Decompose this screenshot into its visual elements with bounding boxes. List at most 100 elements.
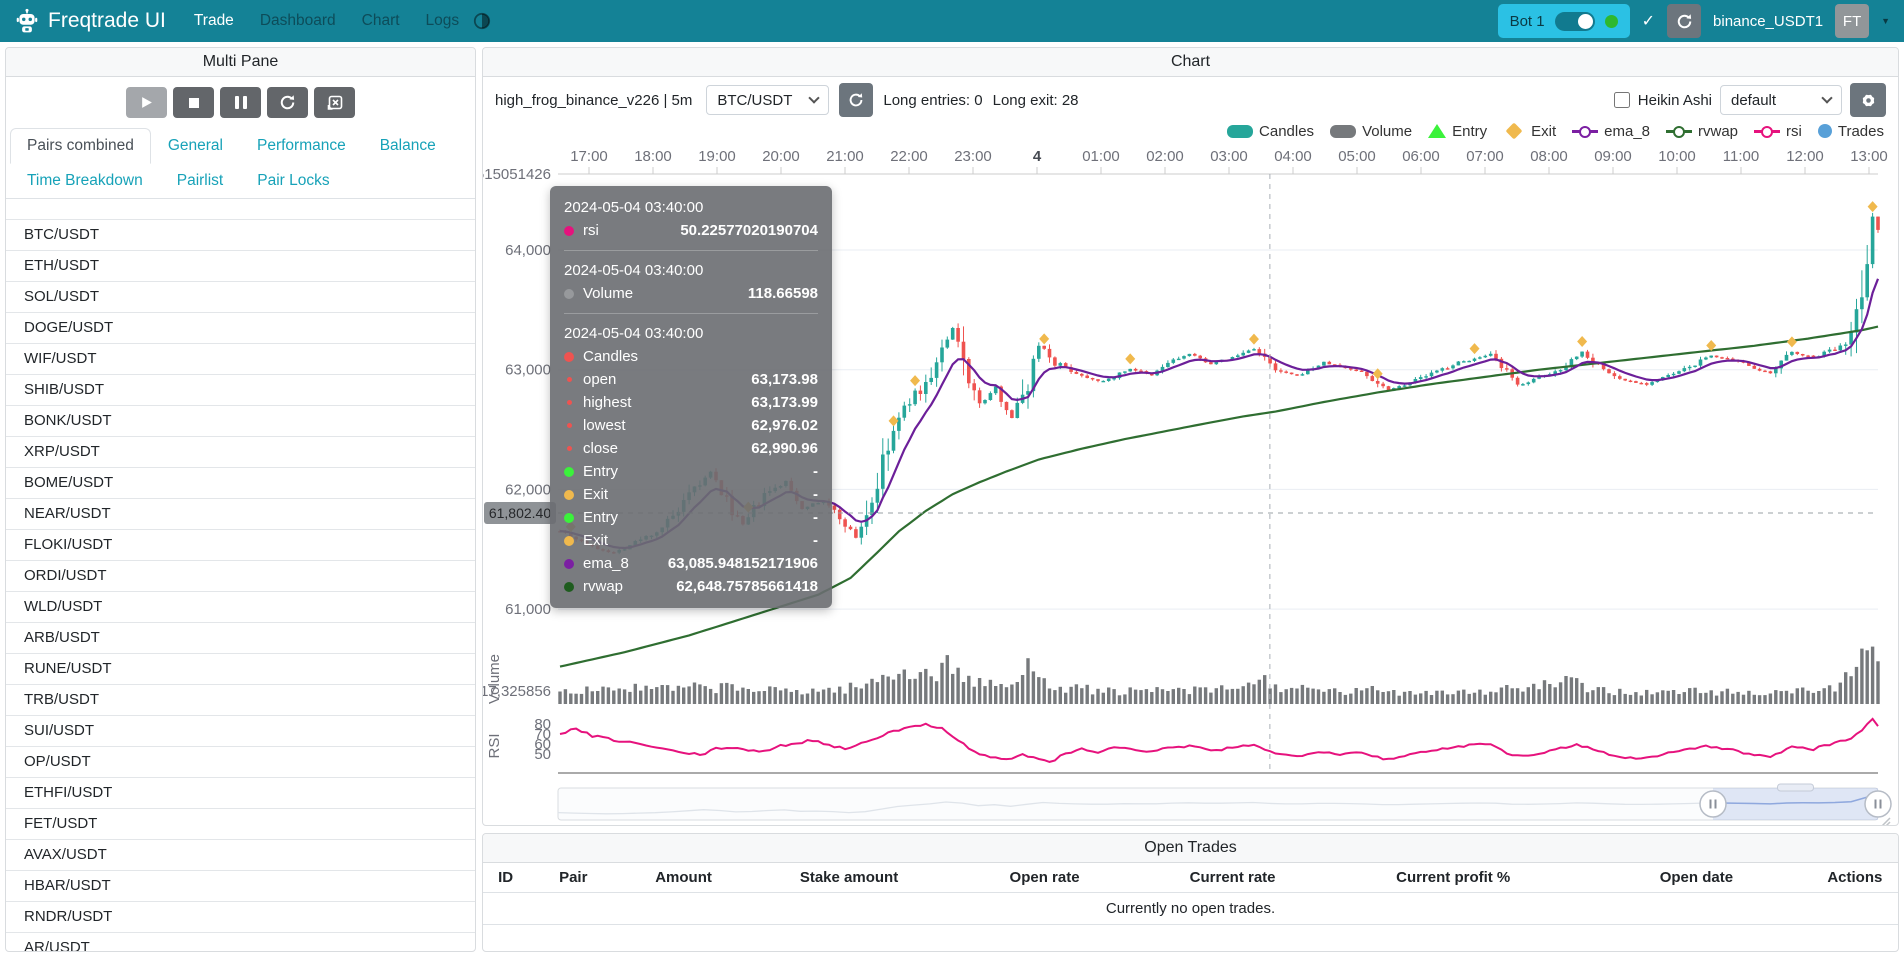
chart-tooltip: 2024-05-04 03:40:00rsi50.225770201907042… — [550, 186, 832, 608]
legend-item[interactable]: Candles — [1227, 123, 1314, 140]
legend-item[interactable]: ema_8 — [1572, 123, 1650, 140]
pair-list-item[interactable]: FLOKI/USDT — [6, 529, 475, 560]
pair-list-item[interactable]: WLD/USDT — [6, 591, 475, 622]
no-open-trades-message: Currently no open trades. — [483, 892, 1898, 925]
nav-link[interactable]: Trade — [194, 12, 234, 30]
legend-marker-icon — [1330, 125, 1356, 138]
bot-selector[interactable]: Bot 1 — [1498, 4, 1630, 38]
bot-instance-name: binance_USDT1 — [1713, 13, 1823, 30]
svg-text:12:00: 12:00 — [1786, 148, 1824, 165]
chevron-down-icon — [809, 92, 820, 103]
column-header[interactable]: ID — [483, 863, 528, 892]
pair-list-item[interactable]: BTC/USDT — [6, 219, 475, 250]
open-trades-table: IDPairAmountStake amountOpen rateCurrent… — [483, 863, 1898, 892]
nav-link[interactable]: Logs — [426, 12, 460, 30]
svg-text:4: 4 — [1033, 148, 1042, 165]
long-entries-count: Long entries: 0 — [883, 92, 982, 109]
forget-bot-button[interactable] — [314, 87, 355, 118]
sidebar-tab[interactable]: Time Breakdown — [10, 163, 160, 199]
legend-item[interactable]: Volume — [1330, 123, 1412, 140]
svg-text:11:00: 11:00 — [1723, 148, 1759, 165]
pause-bot-button[interactable] — [220, 87, 261, 118]
pair-list-item[interactable]: HBAR/USDT — [6, 870, 475, 901]
long-exit-count: Long exit: 28 — [993, 92, 1079, 109]
pair-list-item[interactable]: RNDR/USDT — [6, 901, 475, 932]
pair-list-item[interactable]: ORDI/USDT — [6, 560, 475, 591]
start-bot-button[interactable] — [126, 87, 167, 118]
svg-text:50: 50 — [534, 746, 551, 763]
nav-link[interactable]: Dashboard — [260, 12, 336, 30]
pair-select[interactable]: BTC/USDT — [706, 85, 829, 115]
legend-marker-icon — [1572, 125, 1598, 138]
svg-text:61,000: 61,000 — [505, 601, 551, 618]
legend-item[interactable]: Entry — [1428, 123, 1487, 140]
robot-logo-icon — [14, 8, 40, 34]
svg-text:22:00: 22:00 — [890, 148, 928, 165]
reload-config-button[interactable] — [267, 87, 308, 118]
column-header[interactable]: Amount — [618, 863, 748, 892]
pair-list-item[interactable]: SOL/USDT — [6, 281, 475, 312]
pair-list-item[interactable]: SUI/USDT — [6, 715, 475, 746]
legend-item[interactable]: rsi — [1754, 123, 1802, 140]
legend-marker-icon — [1666, 125, 1692, 138]
plot-settings-button[interactable] — [1850, 83, 1886, 117]
pair-list: BTC/USDTETH/USDTSOL/USDTDOGE/USDTWIF/USD… — [6, 219, 475, 951]
column-header[interactable]: Stake amount — [749, 863, 950, 892]
legend-marker-icon — [1754, 125, 1780, 138]
column-header[interactable]: Actions — [1812, 863, 1898, 892]
svg-text:Volume: Volume — [486, 654, 503, 704]
pair-list-item[interactable]: ARB/USDT — [6, 622, 475, 653]
brand-title: Freqtrade UI — [48, 9, 166, 33]
pair-list-item[interactable]: WIF/USDT — [6, 343, 475, 374]
strategy-timeframe-label: high_frog_binance_v226 | 5m — [495, 92, 692, 109]
sidebar-tab[interactable]: Pairlist — [160, 163, 241, 199]
pair-list-item[interactable]: XRP/USDT — [6, 436, 475, 467]
legend-item[interactable]: rvwap — [1666, 123, 1738, 140]
legend-item[interactable]: Trades — [1818, 123, 1884, 140]
column-header[interactable]: Current rate — [1140, 863, 1326, 892]
pair-list-item[interactable]: ETH/USDT — [6, 250, 475, 281]
global-refresh-button[interactable] — [1667, 4, 1701, 38]
sidebar-tab[interactable]: Pair Locks — [240, 163, 346, 199]
pair-list-item[interactable]: AR/USDT — [6, 932, 475, 951]
column-header[interactable]: Current profit % — [1325, 863, 1581, 892]
svg-text:06:00: 06:00 — [1402, 148, 1440, 165]
user-avatar[interactable]: FT — [1835, 4, 1869, 38]
column-header[interactable]: Open rate — [949, 863, 1140, 892]
legend-item[interactable]: Exit — [1503, 123, 1556, 140]
pair-list-item[interactable]: SHIB/USDT — [6, 374, 475, 405]
theme-toggle-icon[interactable] — [473, 12, 491, 30]
svg-text:63,000: 63,000 — [505, 362, 551, 379]
pair-list-item[interactable]: BOME/USDT — [6, 467, 475, 498]
pair-list-item[interactable]: ETHFI/USDT — [6, 777, 475, 808]
chart-toolbar: high_frog_binance_v226 | 5m BTC/USDT Lon… — [483, 77, 1898, 119]
brand[interactable]: Freqtrade UI — [14, 8, 166, 34]
svg-text:21:00: 21:00 — [826, 148, 864, 165]
nav-link[interactable]: Chart — [362, 12, 400, 30]
pair-list-item[interactable]: TRB/USDT — [6, 684, 475, 715]
svg-text:RSI: RSI — [486, 733, 503, 758]
user-menu-caret-icon[interactable]: ▼ — [1881, 16, 1890, 26]
column-header[interactable]: Open date — [1581, 863, 1812, 892]
pair-list-item[interactable]: BONK/USDT — [6, 405, 475, 436]
pair-list-item[interactable]: RUNE/USDT — [6, 653, 475, 684]
sidebar-tab[interactable]: General — [151, 128, 240, 164]
sidebar-tab[interactable]: Performance — [240, 128, 363, 164]
pair-list-item[interactable]: OP/USDT — [6, 746, 475, 777]
chart-refresh-button[interactable] — [839, 83, 873, 117]
svg-text:18:00: 18:00 — [634, 148, 672, 165]
open-trades-panel: Open Trades IDPairAmountStake amountOpen… — [482, 833, 1899, 952]
sidebar-tab[interactable]: Balance — [363, 128, 453, 164]
plot-config-select[interactable]: default — [1720, 85, 1842, 115]
open-trades-title: Open Trades — [483, 834, 1898, 863]
pair-list-item[interactable]: DOGE/USDT — [6, 312, 475, 343]
bot-toggle[interactable] — [1555, 12, 1595, 31]
column-header[interactable]: Pair — [528, 863, 618, 892]
stop-bot-button[interactable] — [173, 87, 214, 118]
sidebar-tab[interactable]: Pairs combined — [10, 128, 151, 164]
heikin-ashi-checkbox[interactable] — [1614, 92, 1630, 108]
pair-list-item[interactable]: AVAX/USDT — [6, 839, 475, 870]
chart-legend: Candles Volume Entry Exit — [483, 119, 1898, 143]
pair-list-item[interactable]: FET/USDT — [6, 808, 475, 839]
pair-list-item[interactable]: NEAR/USDT — [6, 498, 475, 529]
